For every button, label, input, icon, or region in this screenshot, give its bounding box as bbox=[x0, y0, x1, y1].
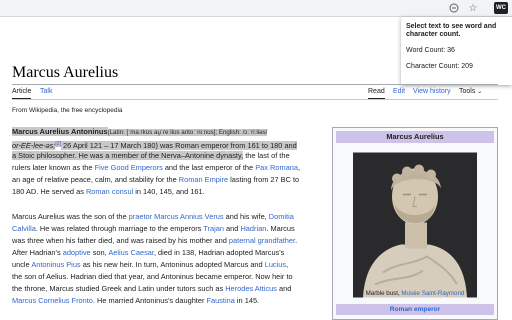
pronunciation-respelling: or-EE-lee-əs; bbox=[12, 141, 56, 150]
character-count-readout: Character Count: 209 bbox=[406, 63, 473, 70]
caption-text: Marble bust, bbox=[365, 290, 402, 297]
browser-toolbar: ☆ WC bbox=[0, 0, 512, 17]
text-span: in 145. bbox=[234, 296, 260, 305]
text-span: and the last emperor of the bbox=[162, 163, 256, 172]
tab-read[interactable]: Read bbox=[368, 88, 385, 99]
text-span: rulers later known as the bbox=[12, 163, 95, 172]
text-span: 26 April 121 – 17 March 180) was Roman e… bbox=[60, 141, 297, 150]
link-herodes-atticus[interactable]: Herodes Atticus bbox=[225, 284, 277, 293]
text-span: as his new heir. In turn, Antoninus adop… bbox=[80, 260, 265, 269]
infobox: Marcus Aurelius Marble bust, Musée Saint… bbox=[332, 127, 498, 320]
text-span: . bbox=[295, 236, 298, 245]
link-faustina[interactable]: Faustina bbox=[207, 296, 235, 305]
tabs-divider bbox=[12, 99, 498, 100]
text-span: , bbox=[297, 163, 300, 172]
tagline: From Wikipedia, the free encyclopedia bbox=[12, 107, 123, 114]
text-span: the son of Aelius. Hadrian died that yea… bbox=[12, 272, 293, 281]
infobox-title: Marcus Aurelius bbox=[336, 131, 494, 143]
title-divider bbox=[12, 84, 498, 85]
link-antoninus-pius[interactable]: Antoninus Pius bbox=[31, 260, 80, 269]
text-span: , bbox=[286, 260, 289, 269]
intro-paragraph: Marcus Aurelius Antoninus(Latin: [ˈmaːrk… bbox=[12, 126, 324, 198]
text-span: a Stoic philosopher. He was a member of … bbox=[12, 151, 244, 160]
text-span: and bbox=[276, 284, 292, 293]
text-span: . He married Antoninus's daughter bbox=[92, 296, 207, 305]
text-span: , died in 138, Hadrian adopted Marcus's bbox=[153, 248, 285, 257]
subject-name: Marcus Aurelius Antoninus bbox=[12, 127, 108, 136]
tab-tools-label: Tools bbox=[459, 88, 476, 95]
text-span: . Marcus bbox=[266, 224, 295, 233]
popup-instruction: Select text to see word and character co… bbox=[406, 23, 497, 38]
clear-icon[interactable] bbox=[448, 2, 460, 14]
tab-article[interactable]: Article bbox=[12, 88, 32, 99]
text-span: Marcus Aurelius was the son of the bbox=[12, 212, 129, 221]
link-praetor[interactable]: praetor bbox=[129, 212, 152, 221]
link-paternal-grandfather[interactable]: paternal grandfather bbox=[229, 236, 295, 245]
tab-view-history[interactable]: View history bbox=[413, 88, 451, 95]
text-span: an age of relative peace, calm, and stab… bbox=[12, 175, 179, 184]
chevron-down-icon: ⌄ bbox=[477, 89, 483, 95]
infobox-role-header[interactable]: Roman emperor bbox=[336, 304, 494, 315]
word-count-extension-button[interactable]: WC bbox=[494, 2, 508, 14]
link-lucius[interactable]: Lucius bbox=[265, 260, 286, 269]
text-span: 180 AD. He served as bbox=[12, 187, 86, 196]
link-calvilla[interactable]: Calvilla bbox=[12, 224, 36, 233]
text-span: and bbox=[224, 224, 241, 233]
link-roman-empire[interactable]: Roman Empire bbox=[179, 175, 228, 184]
body-paragraph: Marcus Aurelius was the son of the praet… bbox=[12, 211, 324, 307]
link-roman-consul[interactable]: Roman consul bbox=[86, 187, 133, 196]
marble-bust-image[interactable] bbox=[353, 145, 477, 305]
link-pax-romana[interactable]: Pax Romana bbox=[255, 163, 298, 172]
tab-talk[interactable]: Talk bbox=[40, 88, 52, 95]
link-marcus-cornelius-fronto[interactable]: Marcus Cornelius Fronto bbox=[12, 296, 93, 305]
tab-edit[interactable]: Edit bbox=[393, 88, 405, 95]
text-span: the throne, Marcus studied Greek and Lat… bbox=[12, 284, 226, 293]
link-hadrian[interactable]: Hadrian bbox=[240, 224, 266, 233]
text-span: . He was related through marriage to the… bbox=[35, 224, 204, 233]
text-span: lasting from 27 BC to bbox=[228, 175, 300, 184]
link-domitia[interactable]: Domitia bbox=[269, 212, 294, 221]
pronunciation: (Latin: [ˈmaːrkʊs au̯ˈreːliʊs antoːˈniːn… bbox=[107, 129, 268, 136]
link-five-good-emperors[interactable]: Five Good Emperors bbox=[95, 163, 163, 172]
page-title: Marcus Aurelius bbox=[12, 64, 119, 81]
text-span: the last of the bbox=[243, 151, 290, 160]
link-musee-saint-raymond[interactable]: Musée Saint-Raymond bbox=[401, 290, 464, 297]
text-span: After Hadrian's bbox=[12, 248, 63, 257]
link-trajan[interactable]: Trajan bbox=[203, 224, 224, 233]
text-span: uncle bbox=[12, 260, 32, 269]
tab-tools[interactable]: Tools ⌄ bbox=[459, 88, 482, 95]
star-icon[interactable]: ☆ bbox=[467, 2, 479, 14]
text-span: in 140, 145, and 161. bbox=[133, 187, 205, 196]
link-marcus-annius-verus[interactable]: Marcus Annius Verus bbox=[154, 212, 223, 221]
link-aelius-caesar[interactable]: Aelius Caesar bbox=[108, 248, 154, 257]
word-count-popup: Select text to see word and character co… bbox=[401, 17, 512, 85]
infobox-caption: Marble bust, Musée Saint-Raymond bbox=[336, 290, 494, 297]
text-span: son, bbox=[90, 248, 109, 257]
link-adoptive[interactable]: adoptive bbox=[63, 248, 91, 257]
text-span: and his wife, bbox=[223, 212, 269, 221]
word-count-readout: Word Count: 36 bbox=[406, 47, 455, 54]
text-span: was three when his father died, and was … bbox=[12, 236, 229, 245]
